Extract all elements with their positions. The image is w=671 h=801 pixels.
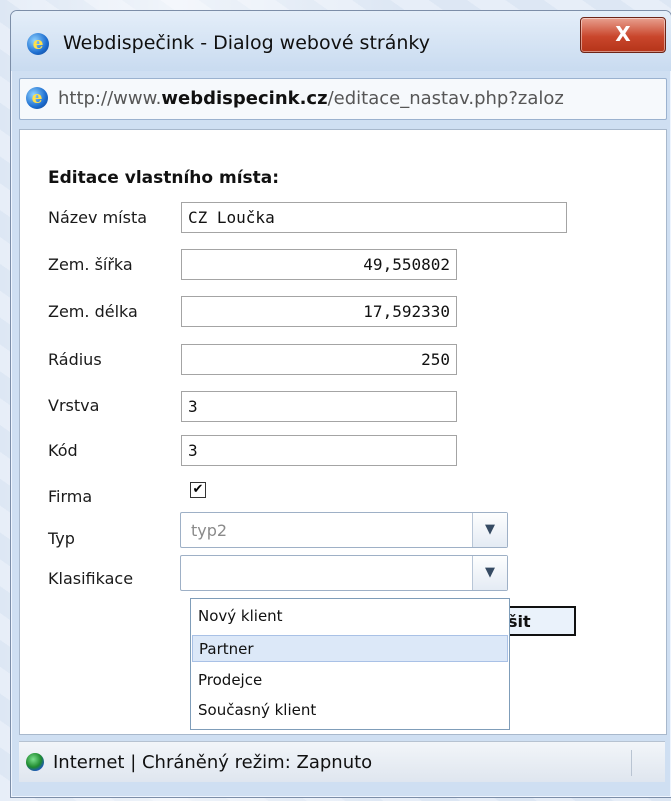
- ie-icon: e: [27, 33, 49, 55]
- address-bar: e http://www.webdispecink.cz/editace_nas…: [19, 78, 667, 120]
- kod-input[interactable]: 3: [181, 435, 457, 466]
- form-title: Editace vlastního místa:: [48, 168, 280, 188]
- typ-label: Typ: [48, 529, 75, 548]
- option-novy-klient[interactable]: Nový klient: [192, 603, 508, 630]
- url-domain: webdispecink.cz: [161, 88, 328, 109]
- url-text: http://www.webdispecink.cz/editace_nasta…: [58, 88, 564, 109]
- url-path: /editace_nastav.php?zaloz: [327, 88, 564, 109]
- close-button[interactable]: X: [580, 17, 666, 53]
- globe-icon: [26, 753, 44, 771]
- vrstva-input[interactable]: 3: [181, 391, 457, 422]
- option-prodejce[interactable]: Prodejce: [192, 667, 508, 694]
- dialog-content: Editace vlastního místa: Název místa CZ …: [19, 129, 667, 735]
- chevron-down-icon[interactable]: ▼: [472, 513, 507, 547]
- radius-input[interactable]: 250: [181, 344, 457, 375]
- option-soucasny-klient[interactable]: Současný klient: [192, 697, 508, 724]
- status-divider: [631, 750, 632, 776]
- title-bar[interactable]: e Webdispečink - Dialog webové stránky X: [11, 11, 671, 71]
- delka-input[interactable]: 17,592330: [181, 296, 457, 327]
- nazev-label: Název místa: [48, 208, 148, 227]
- page-icon: e: [26, 87, 48, 109]
- klasifikace-label: Klasifikace: [48, 569, 134, 588]
- vrstva-label: Vrstva: [48, 396, 100, 415]
- kod-label: Kód: [48, 441, 78, 460]
- radius-label: Rádius: [48, 350, 102, 369]
- delka-label: Zem. délka: [48, 302, 138, 321]
- firma-label: Firma: [48, 487, 93, 506]
- option-partner[interactable]: Partner: [192, 635, 508, 662]
- chevron-down-icon[interactable]: ▼: [472, 556, 507, 590]
- typ-select[interactable]: typ2 ▼: [180, 512, 508, 548]
- klasifikace-select[interactable]: ▼: [180, 555, 508, 591]
- sirka-input[interactable]: 49,550802: [181, 249, 457, 280]
- window-title: Webdispečink - Dialog webové stránky: [63, 32, 430, 54]
- nazev-input[interactable]: CZ Loučka: [181, 202, 567, 233]
- klasifikace-dropdown: Nový klient Partner Prodejce Současný kl…: [190, 598, 510, 730]
- sirka-label: Zem. šířka: [48, 255, 133, 274]
- dialog-window: e Webdispečink - Dialog webové stránky X…: [10, 10, 671, 798]
- firma-checkbox[interactable]: ✔: [190, 482, 206, 498]
- typ-value: typ2: [191, 521, 228, 540]
- status-bar: Internet | Chráněný režim: Zapnuto: [19, 741, 665, 782]
- url-prefix: http://www.: [58, 88, 162, 109]
- status-text: Internet | Chráněný režim: Zapnuto: [53, 752, 373, 773]
